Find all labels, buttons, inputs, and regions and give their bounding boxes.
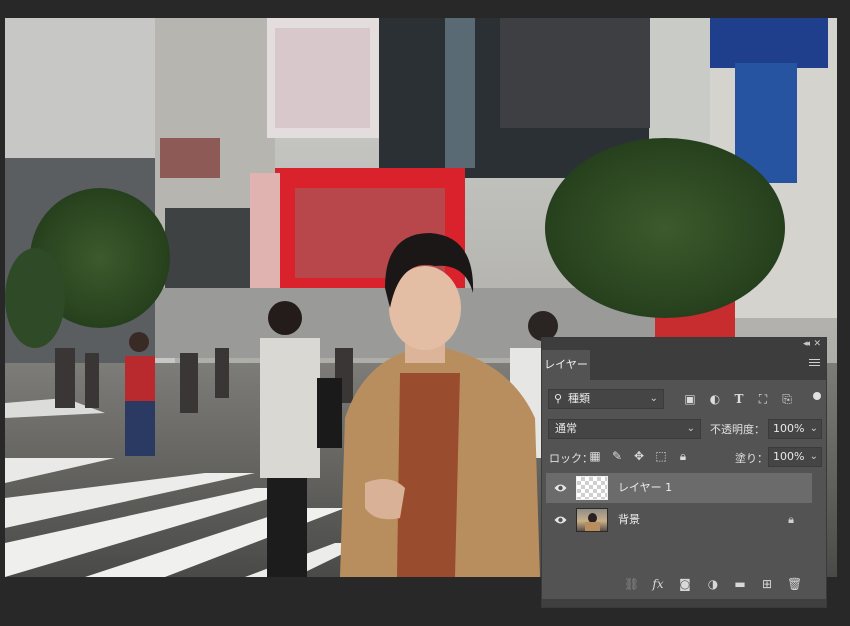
filter-adjustment-layer-icon[interactable]: ◐ (708, 392, 722, 406)
fill-value: 100% (773, 450, 805, 463)
blend-mode-select[interactable]: 通常 ⌄ (548, 419, 701, 439)
fill-label: 塗り： (735, 452, 768, 465)
panel-tab-row: レイヤー (542, 350, 826, 380)
layer-name[interactable]: レイヤー 1 (618, 473, 672, 503)
lock-position-icon[interactable]: ✥ (632, 449, 646, 463)
lock-all-icon[interactable]: 🔒︎ (676, 449, 690, 463)
add-layer-style-icon[interactable]: fx (651, 577, 665, 591)
layer-row-layer1[interactable]: レイヤー 1 (546, 473, 812, 503)
layer-thumbnail-photo (576, 508, 608, 532)
filter-type-layer-icon[interactable]: T (732, 392, 746, 406)
visibility-eye-icon[interactable] (554, 482, 567, 494)
link-layers-icon[interactable]: ⛓ (624, 577, 639, 591)
delete-layer-icon[interactable]: 🗑︎ (787, 577, 802, 591)
chevron-down-icon: ⌄ (686, 423, 695, 434)
panel-title-bar[interactable]: ◂◂ ✕ (542, 338, 826, 350)
layer-locked-icon[interactable]: 🔒︎ (788, 513, 794, 527)
filter-shape-layer-icon[interactable]: ⛶ (756, 392, 770, 406)
opacity-input[interactable]: 100% ⌄ (768, 419, 822, 439)
fill-input[interactable]: 100% ⌄ (768, 447, 822, 467)
visibility-eye-icon[interactable] (554, 514, 567, 526)
chevron-down-icon: ⌄ (649, 393, 658, 404)
search-icon: ⚲ (554, 392, 563, 405)
lock-label: ロック： (549, 452, 593, 465)
new-adjustment-layer-icon[interactable]: ◑ (706, 577, 720, 591)
panel-resize-bar[interactable] (542, 599, 826, 607)
opacity-value: 100% (773, 422, 805, 435)
panel-menu-icon[interactable] (809, 359, 820, 368)
tab-layers[interactable]: レイヤー (542, 350, 590, 380)
panel-footer: ⛓ fx ◙ ◑ ▬ ⊞ 🗑︎ (542, 573, 826, 595)
filter-smart-object-icon[interactable]: ⎘ (780, 392, 794, 406)
layer-row-background[interactable]: 背景 🔒︎ (546, 505, 812, 535)
lock-image-pixels-icon[interactable]: ✎ (610, 449, 624, 463)
lock-transparent-pixels-icon[interactable]: ▦ (588, 449, 602, 463)
layer-thumbnail-transparent (576, 476, 608, 500)
chevron-down-icon[interactable]: ⌄ (810, 420, 818, 438)
new-layer-icon[interactable]: ⊞ (760, 577, 774, 591)
filter-pixel-layer-icon[interactable]: ▣ (683, 392, 697, 406)
layer-name[interactable]: 背景 (618, 505, 640, 535)
lock-artboard-icon[interactable]: ⬚ (654, 449, 668, 463)
collapse-panel-icon[interactable]: ◂◂ (803, 338, 810, 350)
chevron-down-icon[interactable]: ⌄ (810, 448, 818, 466)
new-group-icon[interactable]: ▬ (733, 577, 747, 591)
close-panel-icon[interactable]: ✕ (813, 338, 821, 350)
opacity-label: 不透明度： (710, 423, 765, 436)
blend-mode-value: 通常 (555, 422, 577, 435)
kind-filter-value: 種類 (568, 392, 590, 405)
add-layer-mask-icon[interactable]: ◙ (678, 577, 692, 591)
layers-panel: ◂◂ ✕ レイヤー ⚲ 種類 ⌄ ▣ ◐ T ⛶ ⎘ 通常 ⌄ 不透明度： 10… (541, 337, 827, 608)
kind-filter-select[interactable]: ⚲ 種類 ⌄ (548, 389, 664, 409)
filter-toggle[interactable] (813, 392, 821, 400)
